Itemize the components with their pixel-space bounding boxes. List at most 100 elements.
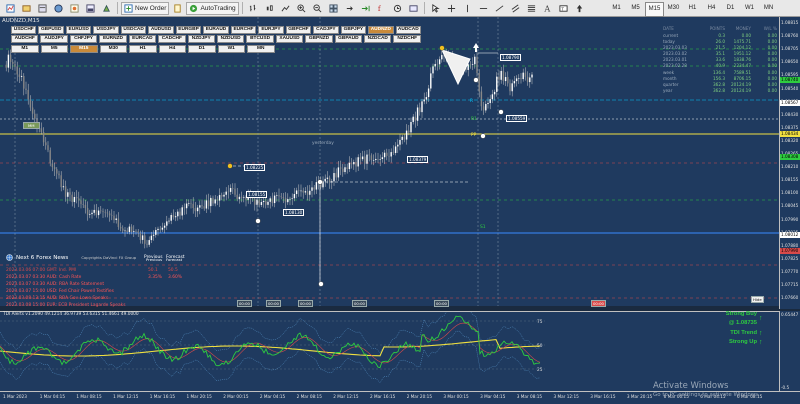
candle-body [408,130,410,133]
symbol-button-nzdjpy[interactable]: NZDJPY [187,35,215,43]
tf-w1[interactable]: W1 [740,2,759,17]
navigator-icon[interactable] [67,2,82,15]
news-item[interactable]: 2023.03.08 13:15 AUD: RBA Gov Lowe Speak… [6,295,206,302]
candle-body [260,202,263,205]
tf-m1[interactable]: M1 [607,2,626,17]
arrows-icon[interactable] [572,2,587,15]
candle-body [416,107,419,121]
symbol-button-chfjpy[interactable]: CHFJPY [69,35,98,43]
candle-body [130,226,133,232]
tf-m30[interactable]: M30 [664,2,683,17]
news-item[interactable]: 2023.03.07 03:30 AUD: RBA Rate Statement [6,281,206,288]
symbol-button-usdjpy[interactable]: USDJPY [93,26,119,34]
panel-tf-mn[interactable]: MN [247,45,275,53]
symbol-button-eurusd[interactable]: EURUSD [65,26,92,34]
symbol-button-eurchf[interactable]: EURCHF [230,26,257,34]
symbol-button-euraud[interactable]: EURAUD [203,26,229,34]
panel-tf-h4[interactable]: H4 [158,45,186,53]
tdi-indicator-window[interactable]: 75 50 25 [0,311,779,391]
symbol-button-gbpaud[interactable]: GBPAUD [334,35,363,43]
tf-m5[interactable]: M5 [626,2,645,17]
symbol-button-audchf[interactable]: AUDCHF [11,35,39,43]
new-chart-icon[interactable] [3,2,18,15]
candle-body [333,173,335,182]
price-axis[interactable]: 1.08815 1.08760 1.08705 1.08650 1.08595 1.085… [779,17,800,309]
market-watch-icon[interactable] [35,2,50,15]
candle-body [47,145,49,151]
profiles-icon[interactable] [19,2,34,15]
panel-tf-m5[interactable]: M5 [40,45,68,53]
templates-icon[interactable] [406,2,421,15]
candlestick-icon[interactable] [262,2,277,15]
candle-body [423,99,425,102]
tf-m15[interactable]: M15 [645,2,664,17]
panel-tf-w1[interactable]: W1 [217,45,245,53]
bar-chart-icon[interactable] [246,2,261,15]
symbol-button-gbpusd[interactable]: GBPUSD [38,26,64,34]
candle-body [284,198,287,203]
zoom-in-icon[interactable] [294,2,309,15]
symbol-button-eurjpy[interactable]: EURJPY [258,26,284,34]
symbol-button-eurnzd[interactable]: EURNZD [99,35,127,43]
trendline-icon[interactable] [492,2,507,15]
fibonacci-icon[interactable] [524,2,539,15]
equidistant-channel-icon[interactable] [508,2,523,15]
chart-shift-icon[interactable] [342,2,357,15]
metaeditor-icon[interactable] [170,2,185,15]
text-label-icon[interactable]: T [556,2,571,15]
price-axis-label: 1.08705 [781,46,799,52]
news-item[interactable]: 2023.03.06 07:00 GMT: Ind. PMI 50.1 50.5 [6,267,206,274]
strategy-tester-icon[interactable] [99,2,114,15]
symbol-button-xauusd[interactable]: XAUUSD [275,35,304,43]
candle-body [84,204,87,209]
hide-button[interactable]: Hide [751,296,764,303]
symbol-button-btcusd[interactable]: BTCUSD [246,35,274,43]
crosshair-icon[interactable] [444,2,459,15]
horizontal-line-icon[interactable] [476,2,491,15]
price-level-box: 1.08225 [244,164,266,171]
symbol-button-eurgbp[interactable]: EURGBP [175,26,202,34]
text-tool-icon[interactable]: A [540,2,555,15]
symbol-button-audnzd[interactable]: AUDNZD [368,26,394,34]
panel-tf-m15[interactable]: M15 [70,45,98,53]
autotrading-button[interactable]: AutoTrading [186,1,239,15]
symbol-button-gbpnzd[interactable]: GBPNZD [305,35,333,43]
chart-symbol-title: AUDNZD,M15 [2,18,40,24]
panel-tf-m1[interactable]: M1 [11,45,39,53]
symbol-button-audusd[interactable]: AUDUSD [148,26,174,34]
data-window-icon[interactable] [51,2,66,15]
news-item[interactable]: 2023.03.08 15:00 EUR: ECB President Laga… [6,302,206,309]
symbol-button-audjpy[interactable]: AUDJPY [40,35,68,43]
tile-windows-icon[interactable] [326,2,341,15]
symbol-button-nzdchf[interactable]: NZDCHF [393,35,421,43]
tf-mn[interactable]: MN [759,2,778,17]
news-item[interactable]: 2023.03.07 03:30 AUD: Cash Rate 3.35% 3.60… [6,274,206,281]
news-item[interactable]: 2023.03.07 15:00 USD: Fed Chair Powell T… [6,288,206,295]
tf-h4[interactable]: H4 [702,2,721,17]
indicators-icon[interactable]: f [374,2,389,15]
tf-h1[interactable]: H1 [683,2,702,17]
candle-body [31,107,34,114]
new-order-button[interactable]: New Order [121,1,170,15]
symbol-button-cadjpy[interactable]: CADJPY [313,26,339,34]
periods-icon[interactable] [390,2,405,15]
symbol-button-gbpchf[interactable]: GBPCHF [285,26,312,34]
symbol-button-audcad[interactable]: AUDCAD [395,26,422,34]
cursor-icon[interactable] [428,2,443,15]
symbol-button-eurcad[interactable]: EURCAD [128,35,157,43]
zoom-out-icon[interactable] [310,2,325,15]
symbol-button-usdcad[interactable]: USDCAD [120,26,147,34]
panel-tf-m30[interactable]: M30 [99,45,127,53]
tf-d1[interactable]: D1 [721,2,740,17]
vertical-line-icon[interactable] [460,2,475,15]
terminal-icon[interactable] [83,2,98,15]
symbol-button-gbpjpy[interactable]: GBPJPY [340,26,367,34]
panel-tf-h1[interactable]: H1 [129,45,157,53]
symbol-button-usdchf[interactable]: USDCHF [11,26,37,34]
line-chart-icon[interactable] [278,2,293,15]
symbol-button-nzdusd[interactable]: NZDUSD [216,35,245,43]
symbol-button-cadchf[interactable]: CADCHF [158,35,186,43]
symbol-button-nzdcad[interactable]: NZDCAD [364,35,392,43]
panel-tf-d1[interactable]: D1 [188,45,216,53]
autoscroll-icon[interactable] [358,2,373,15]
